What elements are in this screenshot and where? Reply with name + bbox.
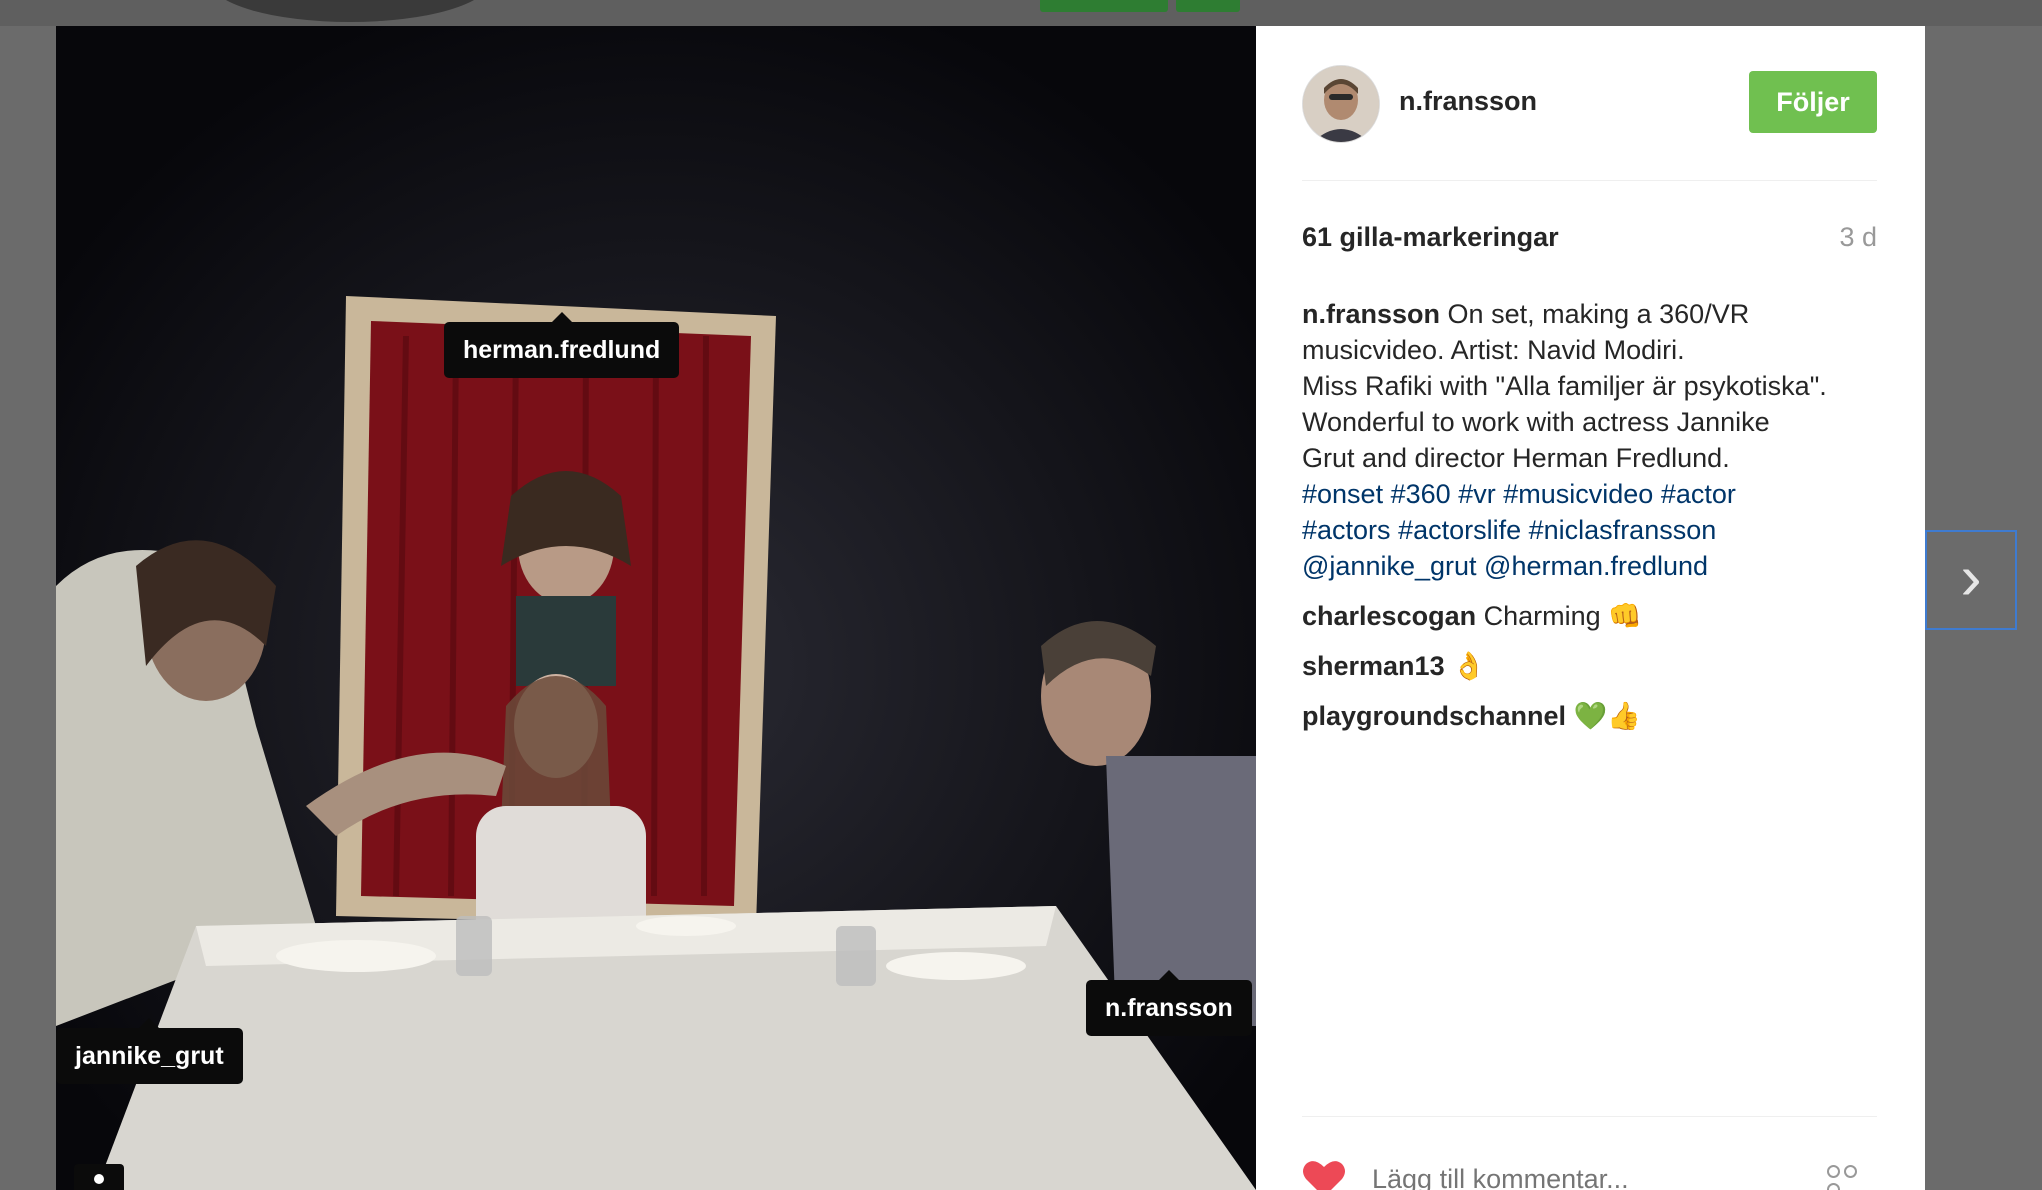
caption-text-line: Wonderful to work with actress Jannike (1302, 407, 1770, 437)
chevron-right-icon[interactable]: › (1925, 530, 2017, 630)
hashtag-link[interactable]: #musicvideo (1503, 479, 1653, 509)
photo-tag-n-fransson[interactable]: n.fransson (1086, 970, 1252, 1036)
post-caption: n.fransson On set, making a 360/VR music… (1302, 296, 1892, 584)
user-icon (94, 1174, 104, 1184)
caption-username[interactable]: n.fransson (1302, 299, 1440, 329)
hashtag-link[interactable]: #actors (1302, 515, 1391, 545)
background-button (1176, 0, 1240, 12)
caption-text-line: Grut and director Herman Fredlund. (1302, 443, 1730, 473)
hashtag-link[interactable]: #360 (1391, 479, 1451, 509)
photo-tag-jannike-grut[interactable]: jannike_grut (56, 1018, 243, 1084)
comment-item: charlescogan Charming 👊 (1302, 598, 1892, 634)
hashtag-link[interactable]: #actor (1661, 479, 1736, 509)
comment-footer (1302, 1116, 1877, 1190)
mention-link[interactable]: @herman.fredlund (1484, 551, 1708, 581)
comment-text: 💚👍 (1573, 701, 1641, 731)
post-age[interactable]: 3 d (1839, 222, 1877, 253)
hashtag-link[interactable]: #onset (1302, 479, 1383, 509)
comment-username[interactable]: sherman13 (1302, 651, 1445, 681)
post-modal: herman.fredlund jannike_grut n.fransson … (56, 26, 1925, 1190)
author-avatar[interactable] (1302, 65, 1380, 143)
heart-icon[interactable] (1302, 1159, 1346, 1190)
comment-username[interactable]: charlescogan (1302, 601, 1476, 631)
comment-input[interactable] (1370, 1155, 1794, 1190)
post-photo[interactable]: herman.fredlund jannike_grut n.fransson (56, 26, 1256, 1190)
user-tags-toggle-button[interactable] (74, 1164, 124, 1190)
likes-count[interactable]: 61 gilla-markeringar (1302, 222, 1559, 253)
photo-tag-herman-fredlund[interactable]: herman.fredlund (444, 312, 680, 378)
background-button (1040, 0, 1168, 12)
comment-item: playgroundschannel 💚👍 (1302, 698, 1892, 734)
photo-scene (56, 26, 1256, 1190)
hashtag-link[interactable]: #vr (1458, 479, 1496, 509)
follow-button[interactable]: Följer (1749, 71, 1877, 133)
caption-text-line: On set, making a 360/VR (1447, 299, 1750, 329)
hashtag-link[interactable]: #niclasfransson (1529, 515, 1717, 545)
comment-item: sherman13 👌 (1302, 648, 1892, 684)
hashtag-link[interactable]: #actorslife (1398, 515, 1521, 545)
caption-text-line: musicvideo. Artist: Navid Modiri. (1302, 335, 1685, 365)
post-header: n.fransson Följer (1302, 26, 1877, 181)
avatar-image (1303, 66, 1379, 142)
mention-link[interactable]: @jannike_grut (1302, 551, 1477, 581)
caption-text-line: Miss Rafiki with "Alla familjer är psyko… (1302, 371, 1827, 401)
author-username[interactable]: n.fransson (1399, 86, 1537, 117)
comment-text: Charming 👊 (1483, 601, 1642, 631)
comment-username[interactable]: playgroundschannel (1302, 701, 1566, 731)
comments-list: n.fransson On set, making a 360/VR music… (1302, 296, 1892, 734)
more-options-icon[interactable] (1827, 1165, 1877, 1190)
comment-text: 👌 (1452, 651, 1486, 681)
